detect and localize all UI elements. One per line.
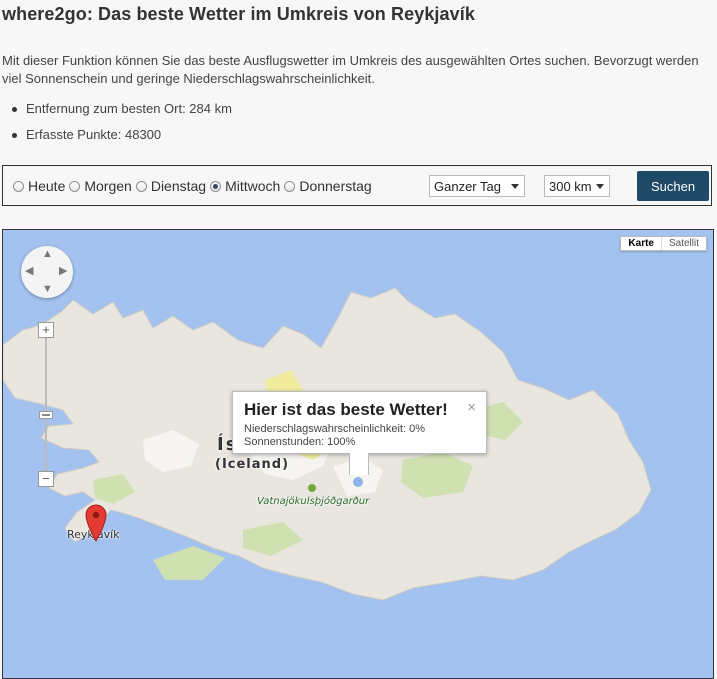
maptype-satellite-button[interactable]: Satellit: [662, 237, 706, 250]
radio-dienstag[interactable]: [135, 180, 147, 192]
radio-donnerstag[interactable]: [284, 180, 296, 192]
day-option-mittwoch[interactable]: Mittwoch: [210, 178, 280, 194]
day-label: Dienstag: [150, 178, 207, 194]
day-label: Morgen: [84, 178, 132, 194]
day-option-heute[interactable]: Heute: [13, 178, 65, 194]
zoom-out-button[interactable]: −: [38, 471, 54, 487]
page-title: where2go: Das beste Wetter im Umkreis vo…: [2, 4, 475, 24]
map-label-park: Vatnajökulsþjóðgarður: [257, 496, 370, 507]
stat-points: Erfasste Punkte: 48300: [10, 126, 232, 144]
radio-mittwoch[interactable]: [210, 180, 222, 192]
intro-text: Mit dieser Funktion können Sie das beste…: [2, 53, 699, 86]
radio-heute[interactable]: [13, 180, 24, 192]
pan-left-icon[interactable]: ◀: [25, 266, 33, 277]
radius-value: 300 km: [549, 179, 592, 194]
day-option-donnerstag[interactable]: Donnerstag: [284, 178, 372, 194]
location-marker-icon[interactable]: [85, 504, 107, 542]
park-icon: [308, 484, 316, 492]
day-radio-group: Heute Morgen Dienstag Mittwoch Donnersta…: [13, 178, 376, 194]
pan-down-icon[interactable]: ▼: [42, 284, 53, 295]
radio-morgen[interactable]: [69, 180, 81, 192]
chevron-down-icon: [596, 184, 604, 189]
stat-distance: Entfernung zum besten Ort: 284 km: [10, 100, 232, 118]
close-icon[interactable]: ×: [467, 399, 476, 416]
zoom-slider-handle[interactable]: [39, 411, 53, 419]
zoom-in-button[interactable]: +: [38, 322, 54, 338]
maptype-map-button[interactable]: Karte: [621, 237, 662, 250]
search-controls: Heute Morgen Dienstag Mittwoch Donnersta…: [2, 165, 712, 206]
info-window-title: Hier ist das beste Wetter!: [244, 400, 448, 419]
info-window-tail: [349, 453, 369, 475]
map-label-iceland: (Iceland): [215, 457, 290, 472]
stats-list: Entfernung zum besten Ort: 284 km Erfass…: [0, 100, 232, 152]
timeframe-select[interactable]: Ganzer Tag: [429, 175, 525, 197]
zoom-track[interactable]: [45, 323, 47, 481]
map-type-toggle: Karte Satellit: [620, 236, 707, 251]
pan-control[interactable]: ▲ ▼ ◀ ▶: [21, 246, 73, 298]
info-window: Hier ist das beste Wetter! × Niederschla…: [232, 391, 487, 475]
chevron-down-icon: [511, 184, 519, 189]
pan-up-icon[interactable]: ▲: [42, 249, 53, 260]
map-canvas[interactable]: Karte Satellit ▲ ▼ ◀ ▶ + − Ís (Iceland) …: [2, 229, 714, 679]
day-option-dienstag[interactable]: Dienstag: [135, 178, 207, 194]
day-label: Mittwoch: [225, 178, 281, 194]
pan-right-icon[interactable]: ▶: [59, 266, 67, 277]
search-button[interactable]: Suchen: [637, 171, 709, 201]
timeframe-value: Ganzer Tag: [434, 179, 501, 194]
info-window-sun: Sonnenstunden: 100%: [244, 436, 356, 448]
day-label: Heute: [28, 178, 66, 194]
radius-select[interactable]: 300 km: [544, 175, 610, 197]
info-window-precip: Niederschlagswahrscheinlichkeit: 0%: [244, 423, 425, 435]
day-label: Donnerstag: [299, 178, 372, 194]
day-option-morgen[interactable]: Morgen: [69, 178, 132, 194]
